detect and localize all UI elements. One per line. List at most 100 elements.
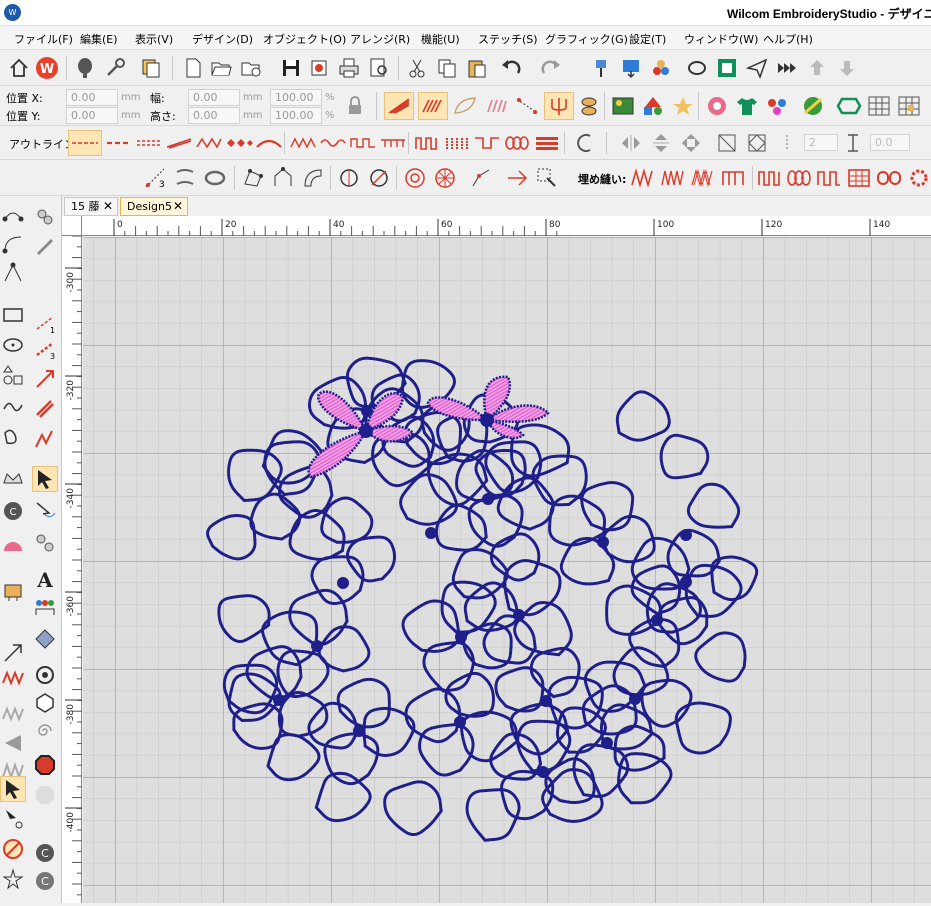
select-pointer-icon[interactable] bbox=[32, 466, 58, 492]
fill-square-wave-icon[interactable] bbox=[816, 165, 842, 191]
close-icon[interactable]: ✕ bbox=[103, 198, 113, 215]
fill-dense-zigzag-icon[interactable] bbox=[660, 165, 686, 191]
flower-center[interactable] bbox=[337, 577, 349, 589]
magic-select-icon[interactable] bbox=[534, 165, 560, 191]
arrow-fill-icon[interactable] bbox=[504, 165, 530, 191]
export-icon[interactable] bbox=[306, 55, 332, 81]
fan-stitch-icon[interactable] bbox=[482, 92, 512, 120]
circle-cut-icon[interactable] bbox=[336, 165, 362, 191]
reshape-tool-icon[interactable] bbox=[32, 498, 58, 524]
pos-x-input[interactable]: 0.00 bbox=[66, 89, 118, 106]
flower-center[interactable] bbox=[311, 640, 323, 652]
bend-icon[interactable] bbox=[300, 165, 326, 191]
flower-center[interactable] bbox=[425, 527, 437, 539]
fill-loop-icon[interactable] bbox=[756, 165, 782, 191]
open-folder-icon[interactable] bbox=[208, 55, 234, 81]
scale-h-input[interactable]: 100.00 bbox=[270, 107, 322, 124]
width-input[interactable]: 0.00 bbox=[188, 89, 240, 106]
image-download-icon[interactable] bbox=[618, 55, 644, 81]
menu-design[interactable]: デザイン(D) bbox=[192, 31, 253, 47]
border-dots-icon[interactable] bbox=[442, 130, 472, 156]
team-names-icon[interactable] bbox=[32, 594, 58, 620]
pen-icon[interactable] bbox=[32, 232, 58, 258]
reshape-peak-icon[interactable] bbox=[0, 260, 26, 286]
freehand-icon[interactable] bbox=[0, 394, 26, 420]
outline-feather-icon[interactable] bbox=[254, 130, 284, 156]
height-input[interactable]: 0.00 bbox=[188, 107, 240, 124]
print-preview-icon[interactable] bbox=[366, 55, 392, 81]
outline-triple-icon[interactable] bbox=[134, 130, 164, 156]
ellipse-icon[interactable] bbox=[0, 332, 26, 358]
lettering-icon[interactable]: A bbox=[32, 566, 58, 592]
menu-stitch[interactable]: ステッチ(S) bbox=[478, 31, 538, 47]
tab-design5[interactable]: Design5 ✕ bbox=[120, 197, 188, 216]
fill-coil-icon[interactable] bbox=[786, 165, 812, 191]
polygon-nodes-icon[interactable] bbox=[240, 165, 266, 191]
upload-icon[interactable] bbox=[804, 55, 830, 81]
flower-center[interactable] bbox=[454, 716, 466, 728]
leaf-stitch-icon[interactable] bbox=[450, 92, 480, 120]
ring-icon[interactable] bbox=[202, 165, 228, 191]
fish-icon[interactable] bbox=[576, 92, 606, 120]
flower-center[interactable] bbox=[361, 405, 373, 417]
menu-graphic[interactable]: グラフィック(G) bbox=[545, 31, 628, 47]
fill-chain-icon[interactable] bbox=[876, 165, 902, 191]
knife-tool-icon[interactable] bbox=[32, 530, 58, 556]
outline-wave-icon[interactable] bbox=[318, 130, 348, 156]
outline-dash-icon[interactable] bbox=[104, 130, 134, 156]
menu-settings[interactable]: 設定(T) bbox=[629, 31, 666, 47]
border-square-icon[interactable] bbox=[472, 130, 502, 156]
outline-blanket-icon[interactable] bbox=[288, 130, 318, 156]
flower-center[interactable] bbox=[540, 695, 552, 707]
circle-target-icon[interactable] bbox=[32, 662, 58, 688]
digitize-zigzag-icon[interactable] bbox=[32, 426, 58, 452]
tab-15-fuji[interactable]: 15 藤 ✕ bbox=[64, 197, 118, 216]
circle-slash-icon[interactable] bbox=[366, 165, 392, 191]
tools-icon[interactable] bbox=[102, 55, 128, 81]
new-file-icon[interactable] bbox=[180, 55, 206, 81]
outline-step-icon[interactable] bbox=[348, 130, 378, 156]
download-icon[interactable] bbox=[834, 55, 860, 81]
select-pointer-2-icon[interactable] bbox=[0, 776, 26, 802]
flower-center[interactable] bbox=[597, 536, 609, 548]
zigzag-gray-icon[interactable] bbox=[0, 702, 26, 728]
picture-icon[interactable] bbox=[608, 92, 638, 120]
wilcom-logo-icon[interactable]: W bbox=[34, 55, 60, 81]
spin-count-input[interactable]: 2 bbox=[804, 134, 838, 151]
flower-center[interactable] bbox=[680, 576, 692, 588]
tatami-stitch-icon[interactable] bbox=[418, 92, 448, 120]
pos-y-input[interactable]: 0.00 bbox=[66, 107, 118, 124]
border-coil-icon[interactable] bbox=[502, 130, 532, 156]
menu-arrange[interactable]: アレンジ(R) bbox=[350, 31, 410, 47]
target-icon[interactable] bbox=[402, 165, 428, 191]
outline-run-dash-icon[interactable] bbox=[68, 130, 102, 156]
lock-ratio-icon[interactable] bbox=[342, 93, 368, 119]
abc-icon[interactable] bbox=[32, 626, 58, 652]
flower-center[interactable] bbox=[455, 631, 467, 643]
fill-grid-icon[interactable] bbox=[846, 165, 872, 191]
outline-satin-icon[interactable] bbox=[164, 130, 194, 156]
digitize-line-3-icon[interactable]: 3 bbox=[32, 336, 58, 362]
c-shape-2-icon[interactable]: C bbox=[32, 868, 58, 894]
menu-help[interactable]: ヘルプ(H) bbox=[763, 31, 813, 47]
green-frame-icon[interactable] bbox=[714, 55, 740, 81]
embroidery-design[interactable] bbox=[7, 195, 931, 903]
fill-pillar-icon[interactable] bbox=[720, 165, 746, 191]
menu-object[interactable]: オブジェクト(O) bbox=[263, 31, 346, 47]
design-canvas[interactable] bbox=[7, 195, 931, 903]
monogram-icon[interactable] bbox=[0, 578, 26, 604]
star-icon[interactable] bbox=[668, 92, 698, 120]
open-recent-icon[interactable] bbox=[238, 55, 264, 81]
close-icon[interactable]: ✕ bbox=[173, 198, 183, 215]
scale-w-input[interactable]: 100.00 bbox=[270, 89, 322, 106]
border-bars-icon[interactable] bbox=[532, 130, 562, 156]
hoop-icon[interactable] bbox=[684, 55, 710, 81]
shapes-icon[interactable] bbox=[638, 92, 668, 120]
rectangle-icon[interactable] bbox=[0, 302, 26, 328]
radial-icon[interactable] bbox=[432, 165, 458, 191]
flower-center[interactable] bbox=[680, 529, 692, 541]
save-icon[interactable] bbox=[278, 55, 304, 81]
column-icon[interactable] bbox=[172, 165, 198, 191]
paste-icon[interactable] bbox=[464, 55, 490, 81]
menu-function[interactable]: 機能(U) bbox=[421, 31, 460, 47]
